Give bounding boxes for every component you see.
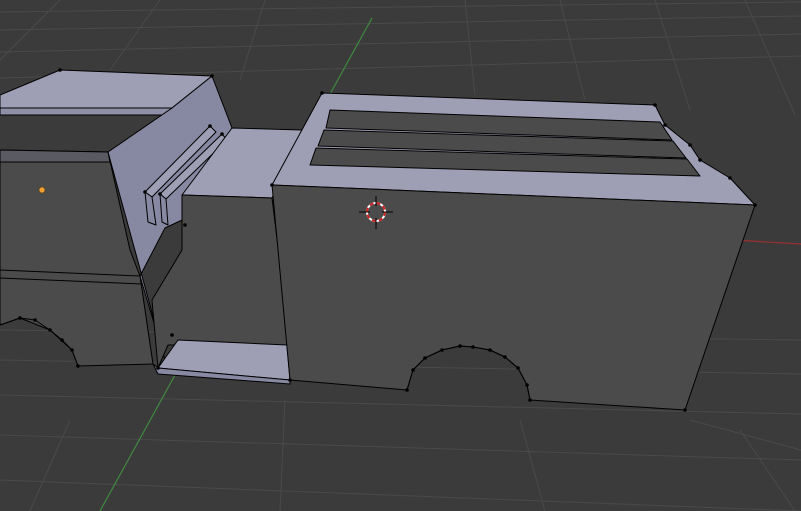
object-origin-icon[interactable] (38, 186, 46, 194)
cab-upper-band (0, 149, 111, 163)
3d-viewport[interactable] (0, 0, 801, 511)
cab-roof-step-face (0, 107, 173, 116)
